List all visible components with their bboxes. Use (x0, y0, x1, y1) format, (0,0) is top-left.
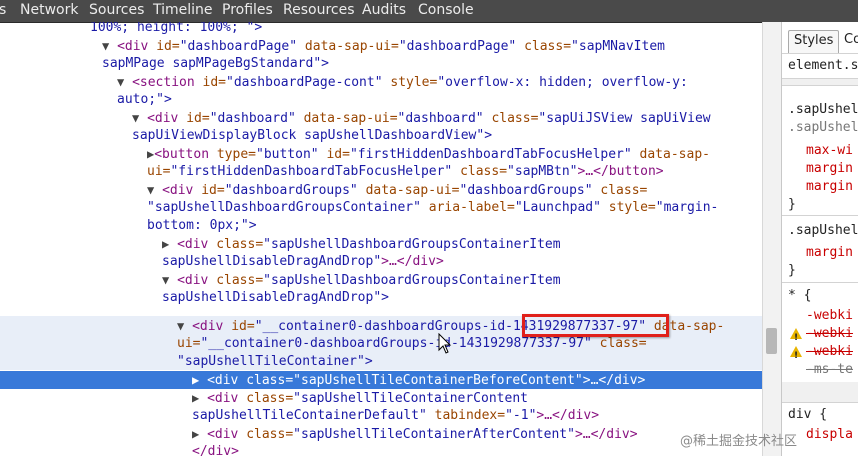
css-property-overridden[interactable]: -ms-te (806, 361, 853, 379)
dom-line: bottom: 0px;"> (147, 218, 257, 233)
css-property[interactable]: max-wi (806, 142, 853, 160)
dom-node-groups-item[interactable]: ▼ <div class="sapUshellDashboardGroupsCo… (162, 271, 561, 289)
dom-node-content[interactable]: ▶ <div class="sapUshellTileContainerCont… (192, 389, 528, 407)
divider (782, 53, 858, 54)
rule-brace: } (788, 263, 796, 278)
dom-line: sapUshellTileContainerDefault" tabindex=… (192, 408, 600, 423)
dom-node-button[interactable]: ▶<button type="button" id="firstHiddenDa… (147, 145, 710, 163)
tab-console[interactable]: Console (418, 0, 474, 22)
dom-line: ui="firstHiddenDashboardTabFocusHelper" … (147, 164, 664, 179)
rule-selector: .sapUshel (788, 223, 858, 238)
dom-node-dashboardgroups[interactable]: ▼ <div id="dashboardGroups" data-sap-ui=… (147, 181, 647, 199)
red-highlight-box (522, 314, 669, 337)
tab-network[interactable]: Network (20, 0, 78, 22)
collapse-triangle-icon[interactable]: ▼ (147, 183, 154, 197)
rule-selector: div { (788, 407, 828, 422)
css-property[interactable]: -webki (806, 307, 853, 325)
elements-dom-tree: 100%; height: 100%; "> ▼ <div id="dashbo… (0, 22, 762, 456)
dom-line: sapUshellDisableDragAndDrop">…</div> (162, 254, 444, 269)
dom-line: sapUiViewDisplayBlock sapUshellDashboard… (132, 128, 493, 143)
tab-audits[interactable]: Audits (362, 0, 406, 22)
collapse-triangle-icon[interactable]: ▼ (132, 111, 139, 125)
tab-profiles[interactable]: Profiles (222, 0, 273, 22)
collapse-triangle-icon[interactable]: ▼ (177, 319, 184, 333)
css-property[interactable]: margin (806, 178, 853, 196)
css-property[interactable]: margin (806, 160, 853, 178)
dom-node-section[interactable]: ▼ <section id="dashboardPage-cont" style… (117, 73, 688, 91)
rule-brace: } (788, 197, 796, 212)
dom-node-dashboard[interactable]: ▼ <div id="dashboard" data-sap-ui="dashb… (132, 109, 711, 127)
expand-triangle-icon[interactable]: ▶ (192, 427, 199, 441)
divider (782, 215, 858, 216)
tab-resources[interactable]: Resources (283, 0, 355, 22)
dom-node-after-content[interactable]: ▶ <div class="sapUshellTileContainerAfte… (192, 425, 638, 443)
dom-line: "sapUshellDashboardGroupsContainer" aria… (147, 200, 719, 215)
divider (782, 282, 858, 283)
tab-styles[interactable]: Styles (788, 30, 840, 54)
warning-icon (790, 328, 802, 347)
tab-sources[interactable]: Sources (89, 0, 144, 22)
dom-line[interactable]: 100%; height: 100%; "> (90, 22, 262, 37)
expand-triangle-icon[interactable]: ▶ (192, 391, 199, 405)
warning-icon (790, 346, 802, 365)
expand-triangle-icon[interactable]: ▶ (192, 373, 199, 387)
devtools-tab-bar: s Network Sources Timeline Profiles Reso… (0, 0, 858, 23)
element-style-label: element.s (788, 58, 858, 73)
dom-node-before-content-selected[interactable]: ▶ <div class="sapUshellTileContainerBefo… (192, 371, 645, 389)
divider (782, 402, 858, 403)
dom-node-dashboardpage[interactable]: ▼ <div id="dashboardPage" data-sap-ui="d… (102, 37, 665, 55)
collapse-triangle-icon[interactable]: ▼ (102, 39, 109, 53)
dom-line: "sapUshellTileContainer"> (177, 354, 373, 369)
styles-pane: Styles Co element.s .sapUshel .sapUshel … (781, 22, 858, 456)
scrollbar-thumb[interactable] (766, 328, 777, 354)
css-property[interactable]: displa (806, 426, 853, 444)
rule-selector: * { (788, 288, 812, 303)
css-property[interactable]: margin (806, 244, 853, 262)
dom-line: sapMPage sapMPageBgStandard"> (102, 56, 329, 71)
dom-line: sapUshellDisableDragAndDrop"> (162, 290, 389, 305)
rule-selector: .sapUshel (788, 102, 858, 117)
collapse-triangle-icon[interactable]: ▼ (117, 75, 124, 89)
tab-timeline[interactable]: Timeline (153, 0, 213, 22)
dom-line: </div> (192, 444, 239, 456)
dom-node-groups-item[interactable]: ▶ <div class="sapUshellDashboardGroupsCo… (162, 235, 561, 253)
divider (782, 85, 858, 86)
mouse-cursor-icon (438, 333, 452, 354)
gap (782, 382, 858, 402)
collapse-triangle-icon[interactable]: ▼ (162, 273, 169, 287)
css-property-overridden[interactable]: -webki (806, 325, 853, 343)
rule-selector: .sapUshel (788, 120, 858, 135)
dom-vertical-scrollbar[interactable] (762, 22, 781, 456)
dom-line: ui="__container0-dashboardGroups-id-1431… (177, 336, 647, 351)
expand-triangle-icon[interactable]: ▶ (162, 237, 169, 251)
tab-elements[interactable]: s (0, 0, 6, 22)
dom-line: auto;"> (117, 92, 172, 107)
css-property-overridden[interactable]: -webki (806, 343, 853, 361)
watermark: @稀土掘金技术社区 (680, 434, 798, 449)
tab-computed[interactable]: Co (844, 30, 858, 52)
